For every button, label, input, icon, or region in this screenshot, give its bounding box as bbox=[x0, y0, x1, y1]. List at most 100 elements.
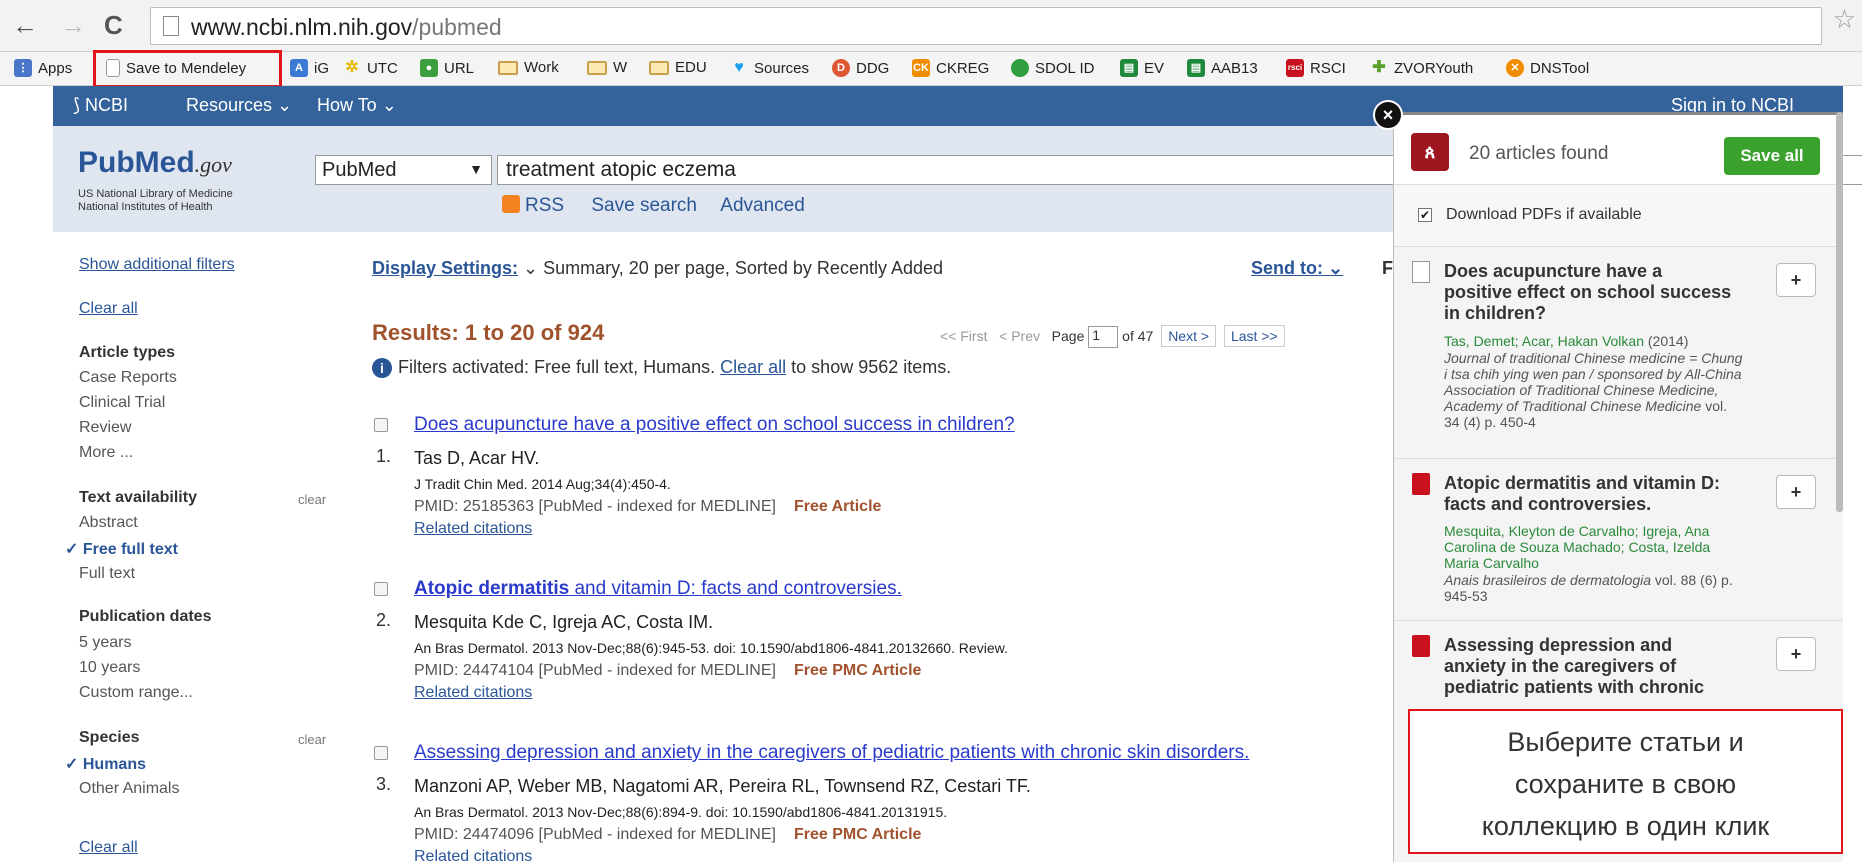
database-select[interactable]: PubMed ▼ bbox=[315, 155, 492, 185]
filter-clinical-trial[interactable]: Clinical Trial bbox=[79, 394, 165, 412]
forward-icon[interactable]: → bbox=[60, 8, 86, 42]
puzzle-icon: ✚ bbox=[1372, 59, 1386, 76]
bookmark-aab13[interactable]: ▤ AAB13 bbox=[1187, 59, 1258, 77]
select-checkbox[interactable] bbox=[374, 418, 388, 432]
info-icon: i bbox=[372, 358, 392, 378]
add-article-button[interactable]: + bbox=[1776, 263, 1816, 297]
pdf-icon bbox=[1412, 473, 1430, 495]
filter-10-years[interactable]: 10 years bbox=[79, 659, 140, 677]
filter-other-animals[interactable]: Other Animals bbox=[79, 780, 179, 798]
page-input[interactable]: 1 bbox=[1088, 326, 1119, 349]
address-bar[interactable]: www.ncbi.nlm.nih.gov/pubmed bbox=[150, 7, 1822, 45]
clear-text-link[interactable]: clear bbox=[298, 492, 326, 507]
apps-grid-icon: ⋮ bbox=[14, 59, 32, 77]
related-citations-link[interactable]: Related citations bbox=[414, 684, 532, 702]
bookmark-dnstool[interactable]: ✕ DNSTool bbox=[1506, 59, 1589, 77]
related-citations-link[interactable]: Related citations bbox=[414, 848, 532, 862]
save-search-link[interactable]: Save search bbox=[591, 195, 697, 216]
download-pdfs-checkbox[interactable]: ✔ bbox=[1418, 208, 1432, 222]
panel-scrollbar[interactable] bbox=[1836, 112, 1843, 512]
select-checkbox[interactable] bbox=[374, 582, 388, 596]
result-title-link[interactable]: Atopic dermatitis and vitamin D: facts a… bbox=[414, 578, 902, 600]
resources-menu[interactable]: Resources ⌄ bbox=[186, 95, 292, 116]
folder-icon bbox=[498, 60, 518, 75]
last-page-button[interactable]: Last >> bbox=[1223, 325, 1285, 347]
result-title-link[interactable]: Assessing depression and anxiety in the … bbox=[414, 742, 1249, 764]
next-page-button[interactable]: Next > bbox=[1161, 325, 1217, 347]
bookmark-star-icon[interactable]: ☆ bbox=[1833, 4, 1856, 35]
filter-case-reports[interactable]: Case Reports bbox=[79, 369, 177, 387]
result-title-link[interactable]: Does acupuncture have a positive effect … bbox=[414, 414, 1015, 436]
url-text: www.ncbi.nlm.nih.gov/pubmed bbox=[191, 14, 502, 40]
bookmark-url[interactable]: ● URL bbox=[420, 59, 474, 77]
advanced-link[interactable]: Advanced bbox=[720, 195, 805, 216]
prev-page-link[interactable]: < Prev bbox=[999, 328, 1040, 344]
bookmark-zvoryouth[interactable]: ✚ ZVORYouth bbox=[1370, 59, 1473, 77]
folder-icon bbox=[587, 60, 607, 75]
select-checkbox[interactable] bbox=[374, 746, 388, 760]
add-article-button[interactable]: + bbox=[1776, 637, 1816, 671]
close-panel-icon[interactable]: × bbox=[1373, 100, 1403, 130]
first-page-link[interactable]: << First bbox=[940, 328, 987, 344]
related-citations-link[interactable]: Related citations bbox=[414, 520, 532, 538]
bookmark-ev[interactable]: ▤ EV bbox=[1120, 59, 1164, 77]
mendeley-logo-icon: ጰ bbox=[1411, 133, 1449, 171]
bookmark-sources[interactable]: ♥ Sources bbox=[730, 59, 809, 77]
panel-article-title: Atopic dermatitis and vitamin D: facts a… bbox=[1444, 473, 1721, 514]
articles-found: 20 articles found bbox=[1469, 143, 1609, 164]
highlight-box bbox=[93, 50, 282, 88]
download-pdfs-label: Download PDFs if available bbox=[1446, 206, 1642, 223]
ncbi-logo[interactable]: ⟆ NCBI bbox=[73, 95, 128, 116]
bookmark-ig[interactable]: AiG bbox=[290, 59, 329, 77]
filter-custom-range[interactable]: Custom range... bbox=[79, 684, 193, 702]
save-all-button[interactable]: Save all bbox=[1724, 137, 1820, 175]
rss-icon bbox=[502, 195, 520, 213]
bookmark-edu[interactable]: EDU bbox=[649, 59, 707, 76]
reload-icon[interactable]: C bbox=[104, 8, 123, 42]
panel-article-title: Assessing depression and anxiety in the … bbox=[1444, 635, 1705, 697]
bookmark-w[interactable]: W bbox=[587, 59, 627, 76]
page-label: Page bbox=[1051, 328, 1085, 344]
clear-all-link[interactable]: Clear all bbox=[79, 300, 138, 318]
download-pdfs-row: ✔ Download PDFs if available bbox=[1394, 185, 1843, 247]
translate-icon: A bbox=[290, 59, 308, 77]
bookmark-sdol-id[interactable]: SDOL ID bbox=[1011, 59, 1094, 77]
filter-full-text[interactable]: Full text bbox=[79, 565, 135, 583]
result-journal: J Tradit Chin Med. 2014 Aug;34(4):450-4. bbox=[414, 476, 671, 492]
bookmark-ckreg[interactable]: CK CKREG bbox=[912, 59, 989, 77]
bookmark-rsci[interactable]: rsci RSCI bbox=[1286, 59, 1346, 77]
result-journal: An Bras Dermatol. 2013 Nov-Dec;88(6):894… bbox=[414, 804, 948, 820]
article-types-heading: Article types bbox=[79, 344, 176, 361]
show-filters-link[interactable]: Show additional filters bbox=[79, 256, 235, 274]
bookmark-apps[interactable]: ⋮ Apps bbox=[14, 59, 72, 77]
bookmark-utc[interactable]: ✲ UTC bbox=[343, 59, 398, 77]
filter-review[interactable]: Review bbox=[79, 419, 131, 437]
result-authors: Mesquita Kde C, Igreja AC, Costa IM. bbox=[414, 612, 714, 632]
display-settings[interactable]: Display Settings: ⌄ Summary, 20 per page… bbox=[372, 258, 943, 279]
result-number: 3. bbox=[376, 774, 392, 794]
clear-species-link[interactable]: clear bbox=[298, 732, 326, 747]
filter-abstract[interactable]: Abstract bbox=[79, 514, 138, 532]
filters-clear-link[interactable]: Clear all bbox=[720, 357, 786, 377]
publication-dates-heading: Publication dates bbox=[79, 608, 212, 625]
filter-more[interactable]: More ... bbox=[79, 444, 133, 462]
back-icon[interactable]: ← bbox=[12, 8, 38, 42]
send-to-menu[interactable]: Send to: ⌄ bbox=[1251, 258, 1343, 279]
pubmed-subtitle: US National Library of Medicine National … bbox=[78, 188, 233, 213]
sheet-icon: ▤ bbox=[1120, 59, 1138, 77]
dropdown-arrow-icon: ▼ bbox=[469, 161, 483, 177]
filter-5-years[interactable]: 5 years bbox=[79, 634, 131, 652]
bookmark-work[interactable]: Work bbox=[498, 59, 559, 76]
rss-link[interactable]: RSS bbox=[525, 195, 564, 216]
howto-menu[interactable]: How To ⌄ bbox=[317, 95, 397, 116]
filter-free-full-text[interactable]: ✓ Free full text bbox=[65, 539, 178, 559]
panel-article-title: Does acupuncture have a positive effect … bbox=[1444, 261, 1732, 323]
pubmed-logo[interactable]: PubMed.gov bbox=[78, 146, 232, 180]
add-article-button[interactable]: + bbox=[1776, 475, 1816, 509]
result-journal: An Bras Dermatol. 2013 Nov-Dec;88(6):945… bbox=[414, 640, 1008, 656]
bookmark-ddg[interactable]: D DDG bbox=[832, 59, 889, 77]
clear-all-bottom-link[interactable]: Clear all bbox=[79, 839, 138, 857]
document-icon bbox=[1412, 261, 1430, 283]
page-icon bbox=[163, 16, 179, 36]
filter-humans[interactable]: ✓ Humans bbox=[65, 754, 146, 774]
